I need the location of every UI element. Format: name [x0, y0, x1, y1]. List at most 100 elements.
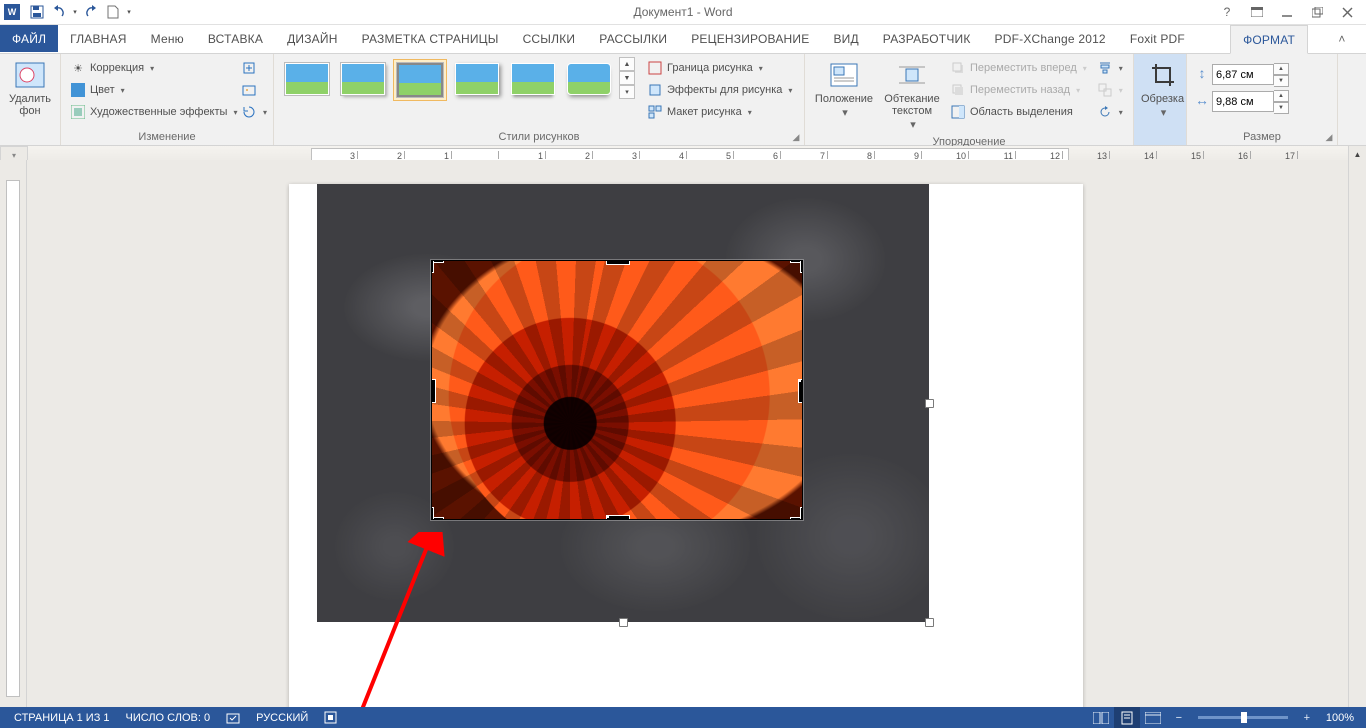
- view-read-mode[interactable]: [1088, 707, 1114, 728]
- align-icon: [1097, 60, 1113, 76]
- maximize-icon[interactable]: [1302, 1, 1332, 23]
- qat-undo-menu-icon[interactable]: ▾: [70, 1, 80, 23]
- ribbon: Удалить фон ☀Коррекция▾ Цвет▾ Художестве…: [0, 54, 1366, 146]
- workspace: [0, 160, 1366, 707]
- picture-effects-button[interactable]: Эффекты для рисунка▾: [643, 79, 796, 101]
- tab-references[interactable]: ССЫЛКИ: [511, 25, 588, 52]
- pic-layout-icon: [647, 104, 663, 120]
- crop-handle-l[interactable]: [431, 379, 436, 403]
- qat-new-doc-icon[interactable]: [102, 1, 124, 23]
- zoom-in-button[interactable]: +: [1294, 707, 1320, 728]
- height-down[interactable]: ▼: [1274, 75, 1289, 87]
- zoom-level[interactable]: 100%: [1320, 707, 1360, 728]
- styles-dialog-launcher[interactable]: ◢: [790, 131, 802, 143]
- align-button[interactable]: ▾: [1095, 57, 1125, 79]
- status-macro-icon[interactable]: [316, 707, 345, 728]
- qat-redo-icon[interactable]: [80, 1, 102, 23]
- zoom-slider-handle[interactable]: [1241, 712, 1247, 723]
- width-up[interactable]: ▲: [1274, 90, 1289, 102]
- crop-button[interactable]: Обрезка▾: [1139, 57, 1186, 121]
- artistic-effects-button[interactable]: Художественные эффекты▾: [66, 101, 241, 123]
- picture-layout-button[interactable]: Макет рисунка▾: [643, 101, 796, 123]
- color-button[interactable]: Цвет▾: [66, 79, 129, 101]
- ribbon-display-icon[interactable]: [1242, 1, 1272, 23]
- crop-handle-t[interactable]: [606, 260, 630, 265]
- selection-handle-b[interactable]: [619, 618, 628, 627]
- gallery-up-icon[interactable]: ▲: [619, 57, 635, 71]
- title-bar: W ▾ ▾ Документ1 - Word ?: [0, 0, 1366, 25]
- picture-style-4[interactable]: [451, 59, 503, 99]
- tab-home[interactable]: ГЛАВНАЯ: [58, 25, 138, 52]
- close-icon[interactable]: [1332, 1, 1362, 23]
- reset-picture-button[interactable]: ▾: [239, 101, 269, 123]
- crop-handle-bl[interactable]: [431, 507, 444, 520]
- picture-style-1[interactable]: [281, 59, 333, 99]
- tab-format[interactable]: ФОРМАТ: [1230, 25, 1308, 54]
- selection-pane-button[interactable]: Область выделения: [946, 101, 1091, 123]
- tab-view[interactable]: ВИД: [821, 25, 870, 52]
- status-page[interactable]: СТРАНИЦА 1 ИЗ 1: [6, 707, 118, 728]
- tab-file[interactable]: ФАЙЛ: [0, 25, 58, 52]
- crop-handle-tl[interactable]: [431, 260, 444, 273]
- help-icon[interactable]: ?: [1212, 1, 1242, 23]
- picture-style-3[interactable]: [393, 59, 447, 101]
- width-icon: ↔: [1192, 92, 1212, 112]
- compress-pictures-button[interactable]: [239, 57, 259, 79]
- tab-foxit[interactable]: Foxit PDF: [1118, 25, 1197, 52]
- position-button[interactable]: Положение▾: [810, 57, 878, 121]
- width-input[interactable]: [1212, 91, 1274, 112]
- width-field: ↔ ▲▼: [1192, 91, 1289, 112]
- document-area[interactable]: [27, 160, 1348, 707]
- height-input[interactable]: [1212, 64, 1274, 85]
- styles-group-label: Стили рисунков: [274, 129, 804, 145]
- crop-handle-r[interactable]: [798, 379, 803, 403]
- tab-developer[interactable]: РАЗРАБОТЧИК: [871, 25, 983, 52]
- crop-handle-tr[interactable]: [790, 260, 803, 273]
- picture-style-2[interactable]: [337, 59, 389, 99]
- send-back-icon: [950, 82, 966, 98]
- height-field: ↕ ▲▼: [1192, 64, 1289, 85]
- tab-layout[interactable]: РАЗМЕТКА СТРАНИЦЫ: [350, 25, 511, 52]
- tab-mailings[interactable]: РАССЫЛКИ: [587, 25, 679, 52]
- zoom-slider[interactable]: [1198, 716, 1288, 719]
- selection-handle-r[interactable]: [925, 399, 934, 408]
- gallery-down-icon[interactable]: ▼: [619, 71, 635, 85]
- vertical-scrollbar[interactable]: [1348, 160, 1366, 707]
- vertical-ruler[interactable]: [0, 160, 27, 707]
- window-title: Документ1 - Word: [0, 5, 1366, 19]
- view-web-layout[interactable]: [1140, 707, 1166, 728]
- change-picture-button[interactable]: [239, 79, 259, 101]
- size-dialog-launcher[interactable]: ◢: [1323, 131, 1335, 143]
- tab-design[interactable]: ДИЗАЙН: [275, 25, 350, 52]
- crop-handle-b[interactable]: [606, 515, 630, 520]
- picture-style-5[interactable]: [507, 59, 559, 99]
- collapse-ribbon-icon[interactable]: ˄: [1318, 25, 1366, 52]
- color-icon: [70, 82, 86, 98]
- qat-save-icon[interactable]: [26, 1, 48, 23]
- picture-border-button[interactable]: Граница рисунка▾: [643, 57, 796, 79]
- view-print-layout[interactable]: [1114, 707, 1140, 728]
- crop-handle-br[interactable]: [790, 507, 803, 520]
- qat-undo-icon[interactable]: [48, 1, 70, 23]
- selection-handle-br[interactable]: [925, 618, 934, 627]
- remove-background-button[interactable]: Удалить фон: [5, 57, 55, 119]
- width-down[interactable]: ▼: [1274, 102, 1289, 114]
- rotate-button[interactable]: ▾: [1095, 101, 1125, 123]
- gallery-more-icon[interactable]: ▾: [619, 85, 635, 99]
- picture-object[interactable]: [317, 184, 929, 622]
- tab-insert[interactable]: ВСТАВКА: [196, 25, 275, 52]
- zoom-out-button[interactable]: −: [1166, 707, 1192, 728]
- tab-menu[interactable]: Меню: [139, 25, 196, 52]
- qat-customize-icon[interactable]: ▾: [124, 1, 134, 23]
- crop-region[interactable]: [431, 260, 803, 520]
- tab-review[interactable]: РЕЦЕНЗИРОВАНИЕ: [679, 25, 821, 52]
- status-language[interactable]: РУССКИЙ: [248, 707, 316, 728]
- status-word-count[interactable]: ЧИСЛО СЛОВ: 0: [118, 707, 219, 728]
- minimize-icon[interactable]: [1272, 1, 1302, 23]
- picture-style-6[interactable]: [563, 59, 615, 99]
- corrections-button[interactable]: ☀Коррекция▾: [66, 57, 158, 79]
- height-up[interactable]: ▲: [1274, 63, 1289, 75]
- status-proofing-icon[interactable]: [218, 707, 248, 728]
- tab-pdfxchange[interactable]: PDF-XChange 2012: [983, 25, 1118, 52]
- wrap-text-button[interactable]: Обтекание текстом▾: [878, 57, 946, 133]
